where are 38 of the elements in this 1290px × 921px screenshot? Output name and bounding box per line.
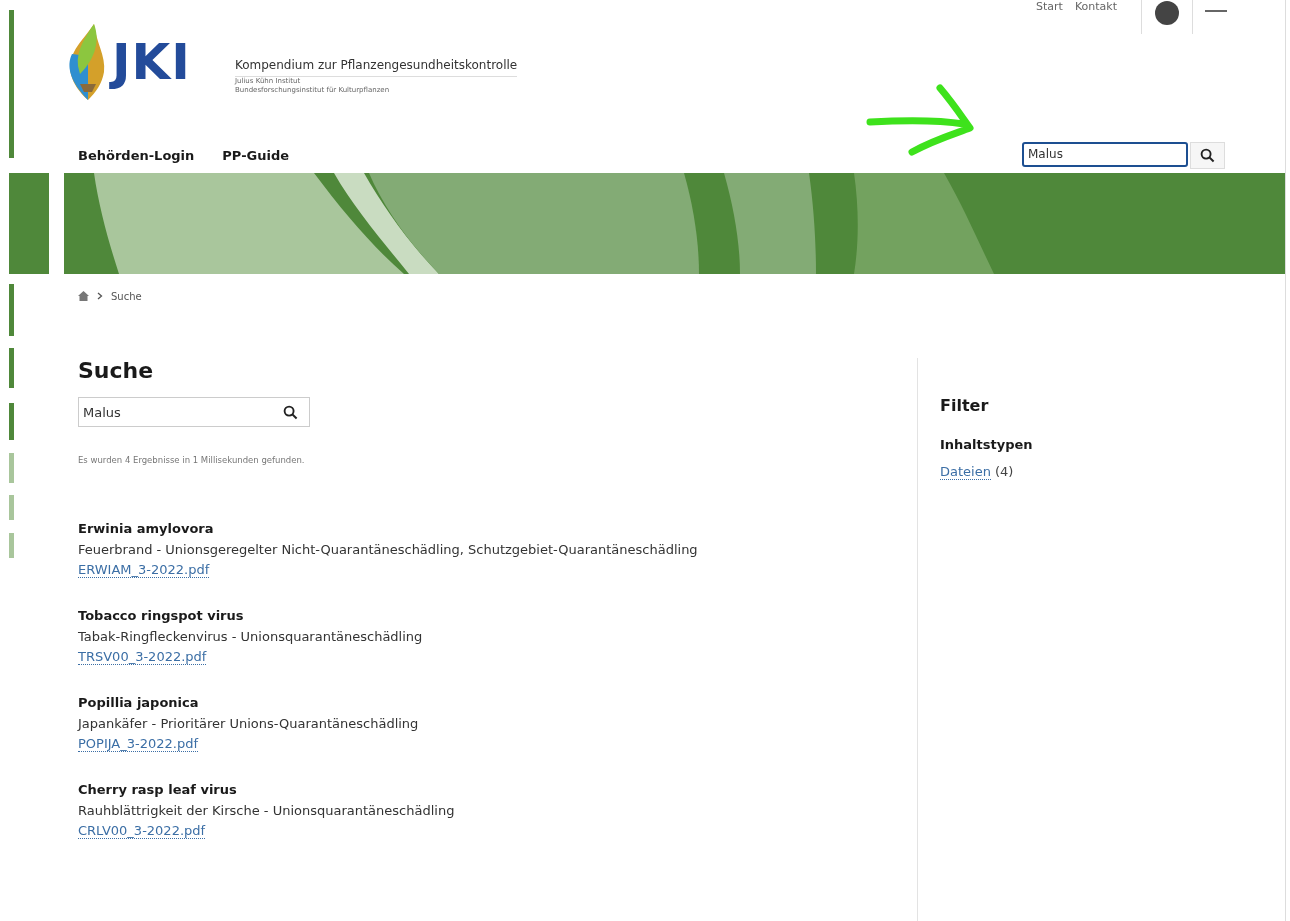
result-title: Erwinia amylovora bbox=[78, 521, 215, 536]
file-link[interactable]: ERWIAM_3-2022.pdf bbox=[78, 562, 210, 578]
search-button[interactable] bbox=[1190, 141, 1225, 169]
result-description: Tabak-Ringfleckenvirus - Unionsquarantäneschädling bbox=[78, 629, 424, 644]
side-stripe bbox=[9, 533, 14, 558]
site-title: Kompendium zur Pflanzengesundheitskontrolle bbox=[234, 58, 518, 77]
side-stripe bbox=[9, 453, 14, 483]
result-description: Rauhblättrigkeit der Kirsche - Unionsquarantäneschädling bbox=[78, 803, 456, 818]
nav-link[interactable]: PP-Guide bbox=[222, 147, 290, 163]
result-summary: Es wurden 4 Ergebnisse in 1 Millisekunden gefunden. bbox=[78, 455, 306, 465]
filter-group-heading: Inhaltstypen bbox=[940, 437, 1033, 452]
result-title: Tobacco ringspot virus bbox=[78, 608, 245, 623]
side-stripe bbox=[9, 495, 14, 520]
side-stripe bbox=[9, 348, 14, 388]
filter-link[interactable]: Dateien bbox=[940, 464, 991, 480]
user-icon[interactable] bbox=[1154, 0, 1180, 26]
page-heading: Suche bbox=[78, 358, 155, 383]
chevron-icon bbox=[97, 292, 103, 300]
nav-link[interactable]: Behörden-Login bbox=[78, 147, 195, 163]
utility-link[interactable]: Kontakt bbox=[1074, 0, 1117, 13]
side-stripe bbox=[9, 403, 14, 440]
result-title: Cherry rasp leaf virus bbox=[78, 782, 238, 797]
breadcrumb-item: Suche bbox=[111, 290, 142, 302]
filter-count: (4) bbox=[994, 464, 1014, 480]
result-title: Popillia japonica bbox=[78, 695, 200, 710]
file-link[interactable]: CRLV00_3-2022.pdf bbox=[78, 823, 206, 839]
side-stripe bbox=[9, 284, 14, 336]
file-link[interactable]: POPIJA_3-2022.pdf bbox=[78, 736, 198, 752]
result-description: Feuerbrand - Unionsgeregelter Nicht-Quarantäneschädling, Schutzgebiet-Quarantäneschädling bbox=[78, 542, 699, 557]
home-icon[interactable] bbox=[78, 291, 89, 301]
search-icon bbox=[1200, 147, 1215, 163]
utility-link[interactable]: Start bbox=[1036, 0, 1063, 13]
search-field[interactable]: Malus bbox=[78, 397, 310, 427]
filter-heading: Filter bbox=[940, 396, 990, 415]
file-link[interactable]: TRSV00_3-2022.pdf bbox=[78, 649, 207, 665]
header-search-field[interactable]: Malus bbox=[1022, 141, 1188, 167]
search-icon bbox=[283, 405, 298, 420]
result-description: Japankäfer - Prioritärer Unions-Quarantäneschädling bbox=[78, 716, 420, 731]
